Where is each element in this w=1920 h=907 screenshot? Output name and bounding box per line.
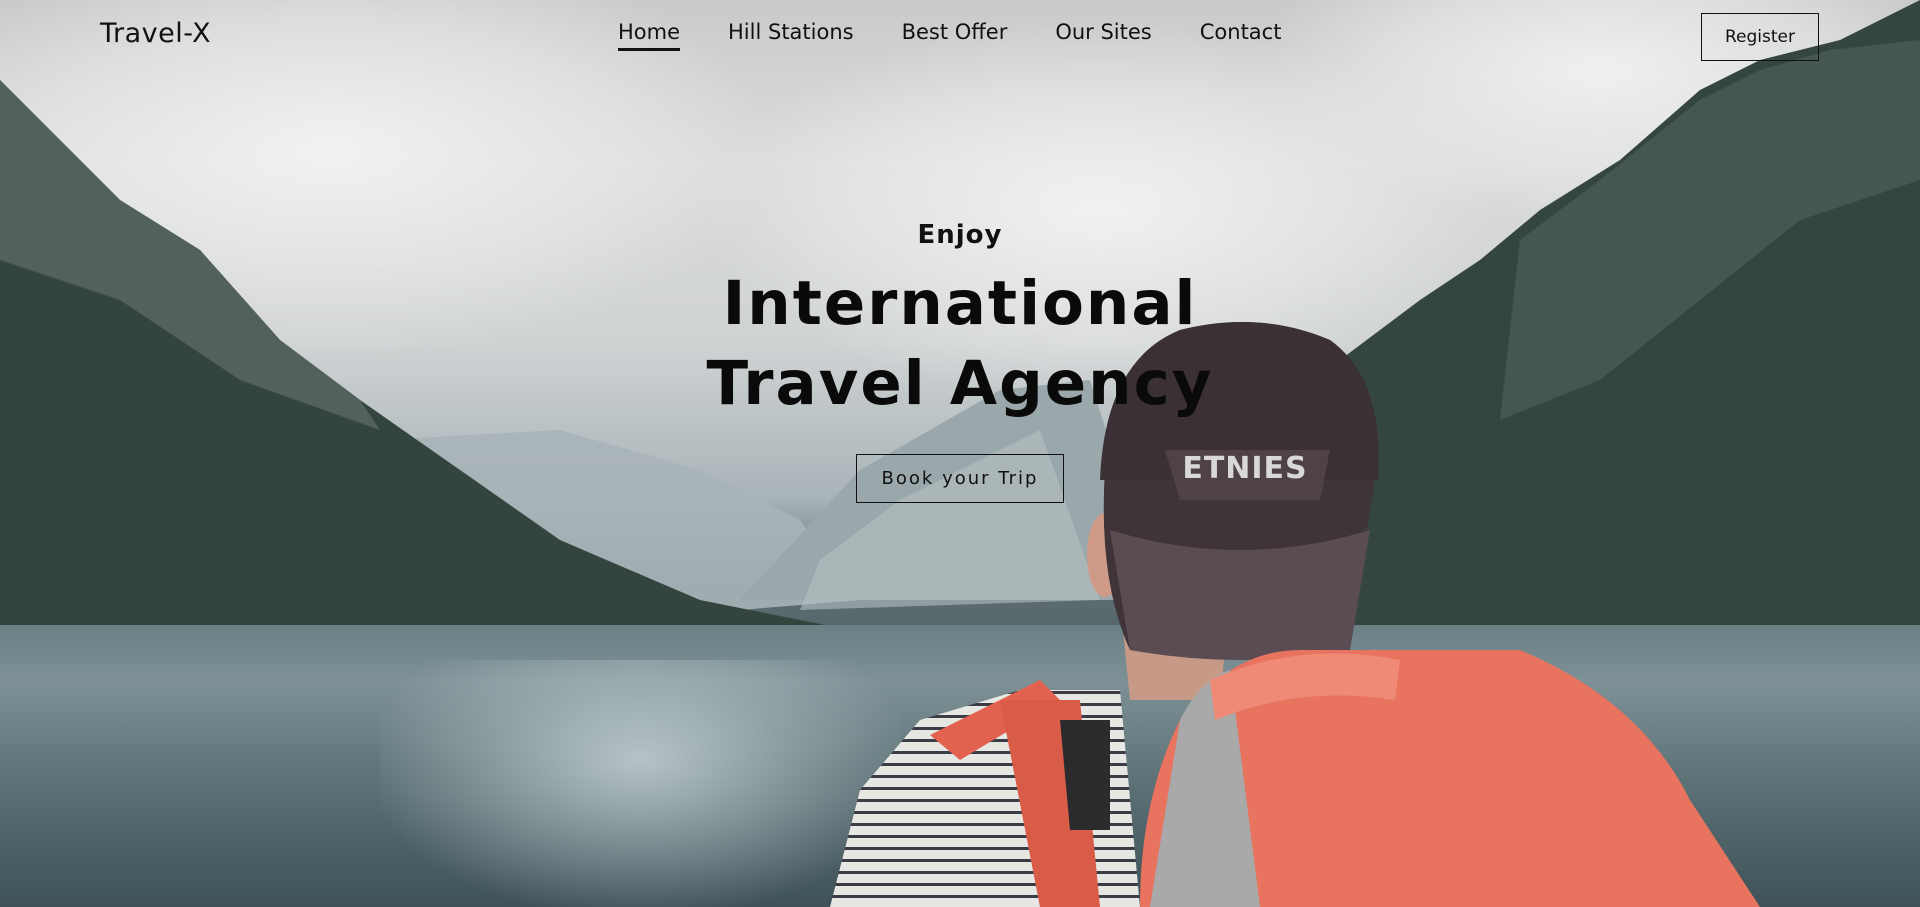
- hero-kicker: Enjoy: [917, 220, 1003, 250]
- hero-title: International Travel Agency: [706, 268, 1214, 419]
- nav-item-hill-stations[interactable]: Hill Stations: [728, 20, 854, 51]
- hero-section: Enjoy International Travel Agency Book y…: [0, 220, 1920, 503]
- nav-item-best-offer[interactable]: Best Offer: [902, 20, 1008, 51]
- book-trip-button[interactable]: Book your Trip: [856, 454, 1064, 503]
- site-header: Travel-X Home Hill Stations Best Offer O…: [0, 0, 1920, 72]
- brand-logo[interactable]: Travel-X: [100, 18, 211, 49]
- main-nav: Home Hill Stations Best Offer Our Sites …: [618, 20, 1329, 51]
- nav-item-home[interactable]: Home: [618, 20, 681, 51]
- register-button[interactable]: Register: [1701, 13, 1819, 61]
- nav-item-contact[interactable]: Contact: [1200, 20, 1282, 51]
- nav-item-our-sites[interactable]: Our Sites: [1055, 20, 1151, 51]
- page: ETNIES Travel-X Home Hill Stations Best …: [0, 0, 1920, 907]
